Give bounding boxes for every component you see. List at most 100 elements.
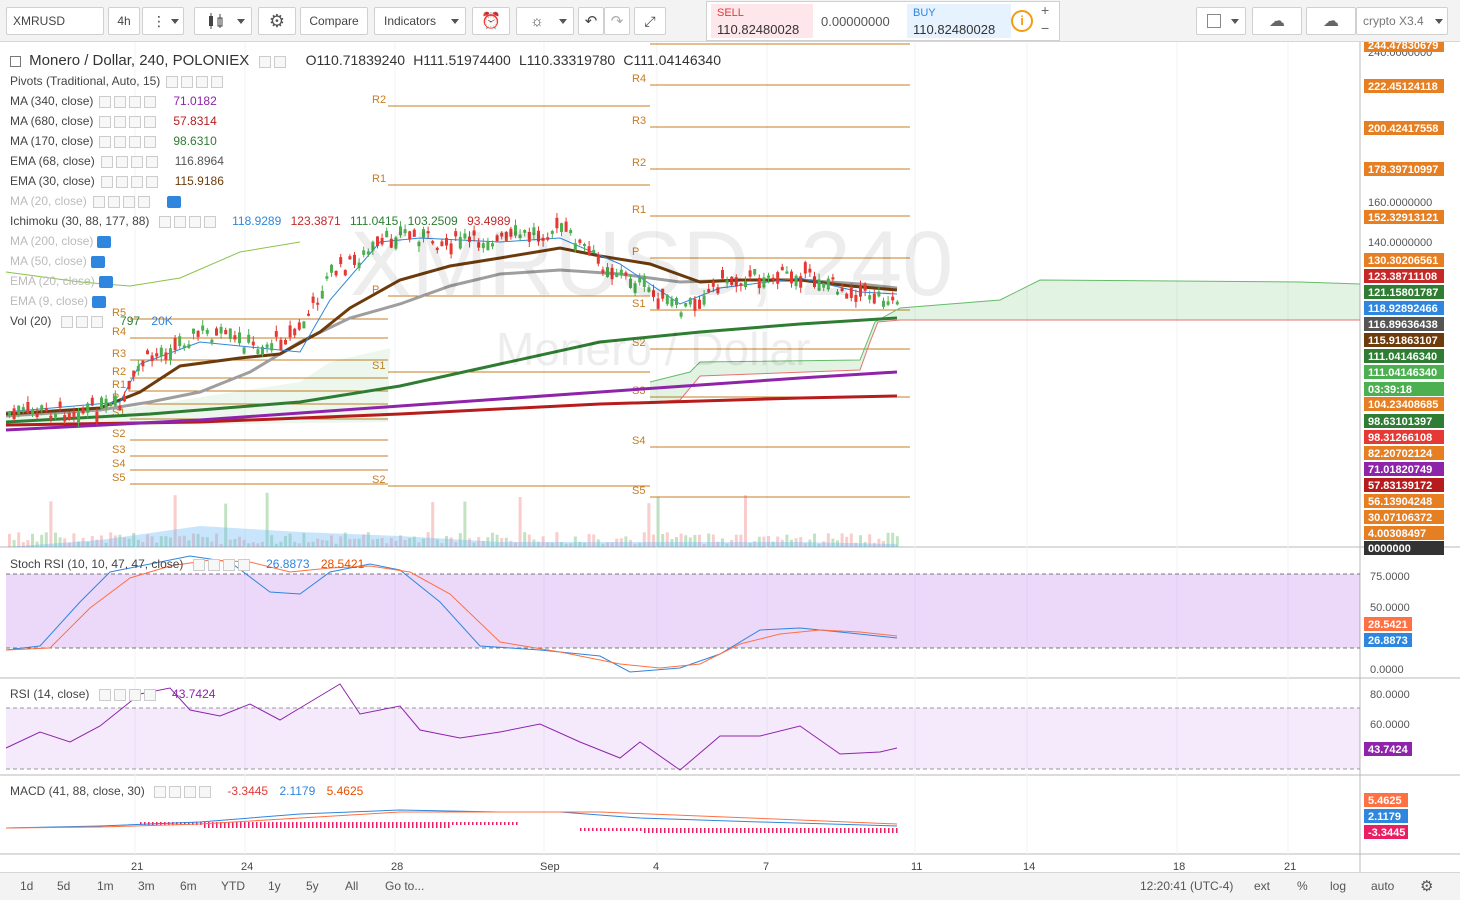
macd-bar — [228, 822, 230, 828]
rsi-value: 43.7424 — [172, 687, 216, 701]
macd-bar — [204, 822, 206, 828]
macd-bar — [636, 828, 638, 831]
stoch-d: 28.5421 — [320, 557, 365, 571]
zoom-in-button[interactable]: + — [1041, 2, 1049, 18]
macd-bar — [792, 828, 794, 833]
gear-icon[interactable]: ⚙ — [1420, 877, 1433, 895]
legend-row-actions[interactable] — [166, 75, 236, 88]
hidden-eye-icon[interactable] — [90, 255, 105, 268]
stoch-d-label: 28.5421 — [1368, 619, 1408, 631]
ichimoku-actions[interactable] — [158, 215, 229, 228]
alert-button[interactable]: ⏰ — [472, 7, 510, 35]
hidden-eye-icon[interactable] — [166, 195, 181, 208]
macd-bar — [308, 822, 310, 828]
legend-row-actions[interactable] — [92, 195, 163, 208]
cloud-save-button[interactable]: ☁ — [1306, 7, 1356, 35]
candle-body — [44, 408, 48, 411]
range-button-ytd[interactable]: YTD — [221, 879, 245, 893]
range-button-1y[interactable]: 1y — [268, 879, 281, 893]
macd-bar — [724, 828, 726, 833]
legend-hidden-row: MA (200, close) — [10, 234, 112, 248]
stoch-actions[interactable] — [192, 558, 263, 571]
vol-actions[interactable] — [60, 315, 117, 328]
undo-button[interactable]: ↶ — [578, 7, 604, 35]
candle-body — [238, 332, 241, 344]
sell-button[interactable]: SELL 110.82480028 — [711, 4, 813, 38]
theme-button[interactable]: ☼ — [516, 7, 574, 35]
symbol-input[interactable]: XMRUSD — [6, 7, 104, 35]
candle-body — [12, 408, 16, 420]
hidden-eye-icon[interactable] — [97, 235, 112, 248]
fullscreen-button[interactable]: ⤢ — [634, 7, 666, 35]
candle-body — [113, 395, 117, 406]
legend-title-row: Monero / Dollar, 240, POLONIEX O110.7183… — [10, 52, 721, 69]
candle-body — [187, 344, 191, 348]
range-button-1m[interactable]: 1m — [97, 879, 114, 893]
hidden-eye-icon[interactable] — [98, 275, 113, 288]
macd-bar — [432, 822, 434, 828]
volume-bar — [17, 532, 21, 547]
buy-button[interactable]: BUY 110.82480028 — [907, 4, 1011, 38]
interval-menu-button[interactable]: ⋮ — [142, 7, 184, 35]
macd-bar — [292, 822, 294, 828]
range-button-5y[interactable]: 5y — [306, 879, 319, 893]
range-button-all[interactable]: All — [345, 879, 358, 893]
candle-body — [297, 322, 301, 330]
compare-button[interactable]: Compare — [300, 7, 368, 35]
macd-bar — [844, 828, 846, 833]
legend-row-actions[interactable] — [100, 155, 171, 168]
redo-button[interactable]: ↷ — [604, 7, 630, 35]
candle-body — [90, 397, 94, 406]
indicators-button[interactable]: Indicators — [374, 7, 466, 35]
legend-row-value: 116.8964 — [174, 154, 224, 168]
macd-bar — [376, 822, 378, 828]
legend-title-actions[interactable] — [259, 55, 301, 69]
candle-body — [150, 355, 154, 362]
candle-body — [233, 335, 237, 340]
macd-bar — [404, 822, 406, 828]
cloud-load-button[interactable]: ☁ — [1252, 7, 1302, 35]
macd-actions[interactable] — [154, 785, 224, 798]
price-tick: 160.0000000 — [1368, 197, 1432, 209]
candle-body — [325, 276, 329, 279]
legend-row-actions[interactable] — [99, 135, 169, 148]
zoom-out-button[interactable]: − — [1041, 20, 1049, 36]
macd-bar — [496, 822, 498, 825]
legend-row-name: EMA (20, close) — [10, 274, 95, 288]
legend-row-actions[interactable] — [100, 175, 171, 188]
macd-bar — [700, 828, 702, 833]
info-icon[interactable]: i — [1011, 10, 1033, 32]
macd-bar — [740, 828, 742, 833]
macd-histogram — [140, 822, 898, 833]
auto-toggle[interactable]: auto — [1371, 879, 1394, 893]
percent-toggle[interactable]: % — [1297, 879, 1308, 893]
goto-button[interactable]: Go to... — [385, 879, 424, 893]
rsi-tick: 60.0000 — [1370, 719, 1410, 731]
legend-row-actions[interactable] — [99, 95, 169, 108]
interval-button[interactable]: 4h — [108, 7, 140, 35]
time-tick: 14 — [1023, 861, 1035, 872]
range-button-3m[interactable]: 3m — [138, 879, 155, 893]
settings-button[interactable]: ⚙ — [258, 7, 296, 35]
candle-body — [136, 365, 140, 372]
layout-button[interactable]: crypto X3.4 — [1356, 7, 1448, 35]
log-toggle[interactable]: log — [1330, 879, 1346, 893]
price-label: 121.15801787 — [1368, 287, 1438, 299]
macd-bar — [616, 828, 618, 831]
rsi-actions[interactable] — [98, 688, 169, 701]
price-label: 152.32913121 — [1368, 212, 1438, 224]
spread-value: 0.00000000 — [821, 14, 890, 29]
collapse-icon[interactable] — [10, 55, 21, 67]
range-button-5d[interactable]: 5d — [57, 879, 70, 893]
ext-toggle[interactable]: ext — [1254, 879, 1270, 893]
drawing-color-button[interactable] — [1196, 7, 1246, 35]
range-button-6m[interactable]: 6m — [180, 879, 197, 893]
range-button-1d[interactable]: 1d — [20, 879, 33, 893]
legend-row-actions[interactable] — [99, 115, 169, 128]
chevron-down-icon — [451, 19, 459, 24]
hidden-eye-icon[interactable] — [92, 295, 107, 308]
pivot-mid-label: S2 — [372, 474, 385, 486]
chart-type-button[interactable] — [194, 7, 252, 35]
legend-row-value: 115.9186 — [174, 174, 224, 188]
macd-bar — [236, 822, 238, 828]
